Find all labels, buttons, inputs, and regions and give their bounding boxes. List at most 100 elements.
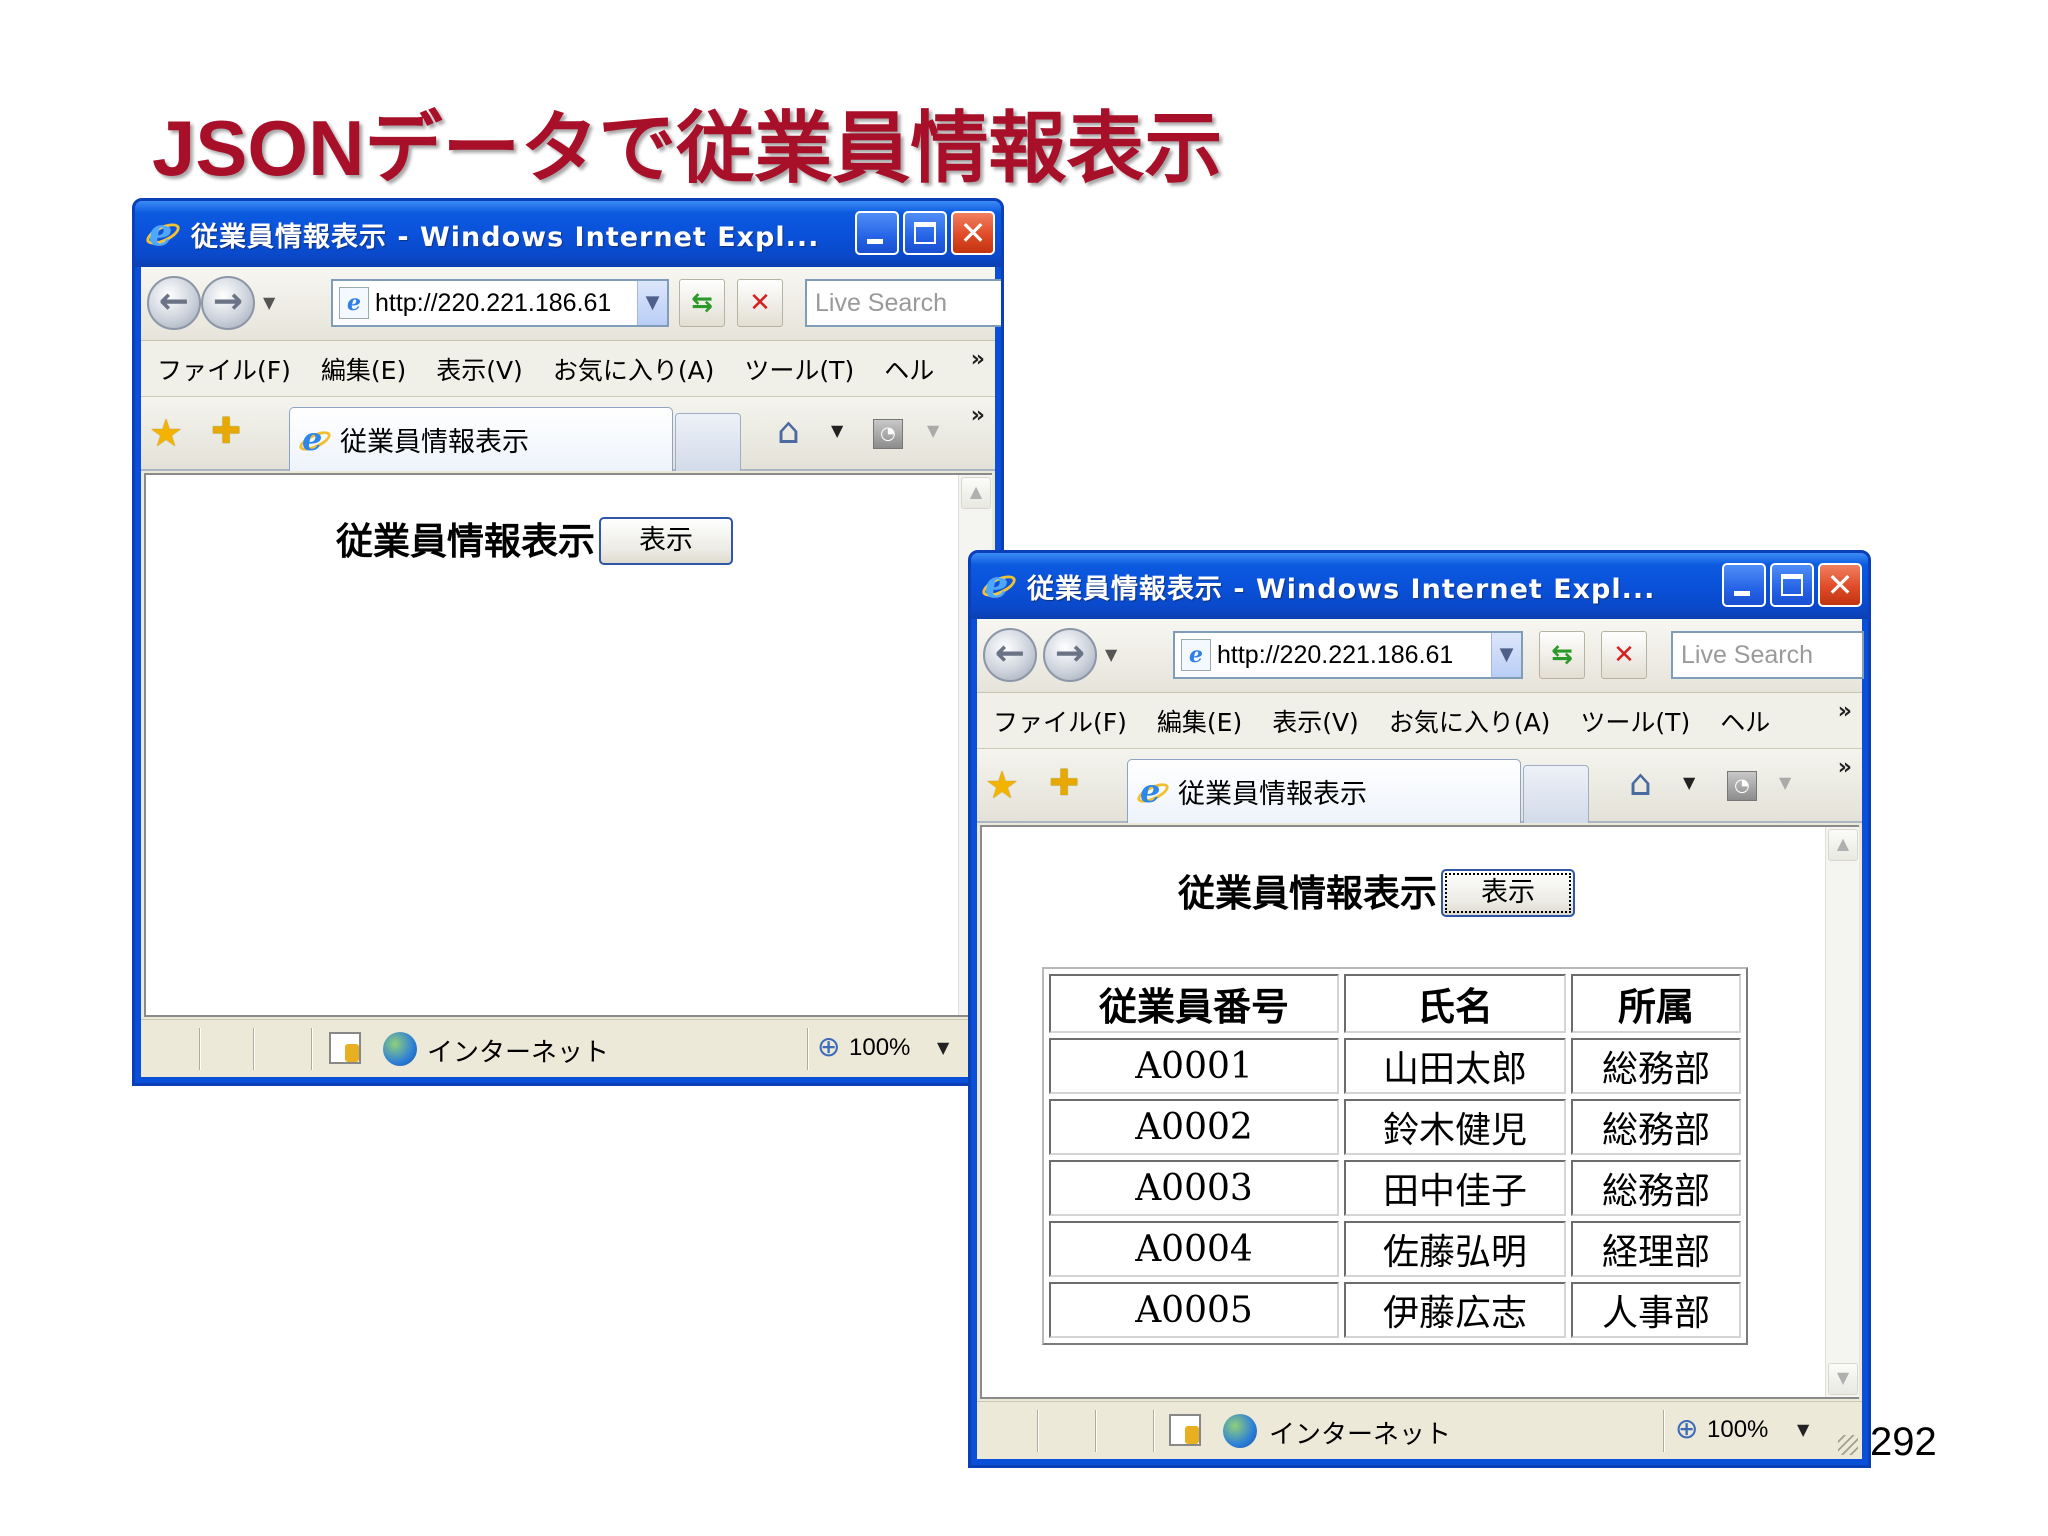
window-title: 従業員情報表示 - Windows Internet Expl... xyxy=(191,221,820,253)
add-favorite-icon[interactable]: ✚ xyxy=(211,411,241,452)
column-header-employee-id: 従業員番号 xyxy=(1049,974,1339,1033)
cell-employee-id: A0004 xyxy=(1049,1221,1339,1277)
vertical-scrollbar[interactable]: ▲ ▼ xyxy=(1825,827,1859,1397)
home-icon[interactable]: ⌂ xyxy=(777,411,800,452)
navigation-bar: ← → ▼ e http://220.221.186.61 ▼ ⇆ ✕ Live… xyxy=(141,267,1001,341)
new-tab-button[interactable] xyxy=(675,413,741,471)
forward-button[interactable]: → xyxy=(1043,628,1097,682)
new-tab-button[interactable] xyxy=(1523,765,1589,823)
menu-tools[interactable]: ツール(T) xyxy=(744,351,854,387)
zoom-level[interactable]: 100% xyxy=(849,1034,910,1062)
cell-name: 山田太郎 xyxy=(1344,1038,1566,1094)
tab-current[interactable]: e 従業員情報表示 xyxy=(289,407,673,471)
close-button[interactable]: ✕ xyxy=(951,211,995,255)
home-dropdown-icon[interactable]: ▼ xyxy=(1683,773,1695,792)
search-input[interactable]: Live Search xyxy=(1671,631,1864,679)
menu-file[interactable]: ファイル(F) xyxy=(993,703,1127,739)
tab-label: 従業員情報表示 xyxy=(1178,779,1367,810)
home-icon[interactable]: ⌂ xyxy=(1629,763,1652,804)
home-dropdown-icon[interactable]: ▼ xyxy=(831,421,843,440)
toolbar-more-chevron-icon[interactable]: » xyxy=(1838,755,1852,780)
zoom-icon[interactable]: ⊕ xyxy=(817,1030,840,1063)
address-bar[interactable]: e http://220.221.186.61 ▼ xyxy=(1173,631,1523,679)
back-button[interactable]: ← xyxy=(983,628,1037,682)
tab-current[interactable]: e 従業員情報表示 xyxy=(1127,759,1521,823)
page-heading: 従業員情報表示 xyxy=(336,519,595,563)
stop-button[interactable]: ✕ xyxy=(1601,631,1647,679)
menu-help[interactable]: ヘル xyxy=(1720,703,1770,739)
menu-bar: ファイル(F) 編集(E) 表示(V) お気に入り(A) ツール(T) ヘル » xyxy=(977,693,1862,749)
cell-employee-id: A0005 xyxy=(1049,1282,1339,1338)
favorites-bar: ★ ✚ e 従業員情報表示 ⌂ ▼ ◔ ▼ » xyxy=(141,397,995,471)
close-button[interactable]: ✕ xyxy=(1818,563,1862,607)
feeds-icon[interactable]: ◔ xyxy=(873,419,903,449)
address-bar[interactable]: e http://220.221.186.61 ▼ xyxy=(331,279,669,327)
cell-department: 人事部 xyxy=(1571,1282,1741,1338)
refresh-button[interactable]: ⇆ xyxy=(1539,631,1585,679)
add-favorite-icon[interactable]: ✚ xyxy=(1049,763,1079,804)
page-icon: e xyxy=(1181,639,1211,671)
menu-more-chevron-icon[interactable]: » xyxy=(1838,699,1852,724)
column-header-name: 氏名 xyxy=(1344,974,1566,1033)
resize-grip[interactable] xyxy=(1838,1435,1858,1455)
feeds-dropdown-icon[interactable]: ▼ xyxy=(1779,773,1791,792)
zoom-level[interactable]: 100% xyxy=(1707,1416,1768,1444)
page-icon: e xyxy=(339,287,369,319)
menu-edit[interactable]: 編集(E) xyxy=(321,351,406,387)
history-dropdown-icon[interactable]: ▼ xyxy=(263,293,275,312)
zoom-icon[interactable]: ⊕ xyxy=(1675,1412,1698,1445)
menu-view[interactable]: 表示(V) xyxy=(1272,703,1359,739)
cell-department: 総務部 xyxy=(1571,1099,1741,1155)
table-row: A0004 佐藤弘明 経理部 xyxy=(1049,1221,1741,1277)
address-dropdown-icon[interactable]: ▼ xyxy=(1491,633,1521,677)
feeds-icon[interactable]: ◔ xyxy=(1727,771,1757,801)
scroll-up-button[interactable]: ▲ xyxy=(961,477,991,509)
tab-label: 従業員情報表示 xyxy=(340,427,529,458)
menu-more-chevron-icon[interactable]: » xyxy=(971,347,985,372)
cell-department: 総務部 xyxy=(1571,1160,1741,1216)
menu-view[interactable]: 表示(V) xyxy=(436,351,523,387)
toolbar-more-chevron-icon[interactable]: » xyxy=(971,403,985,428)
minimize-button[interactable] xyxy=(855,211,899,255)
stop-button[interactable]: ✕ xyxy=(737,279,783,327)
address-dropdown-icon[interactable]: ▼ xyxy=(637,281,667,325)
minimize-button[interactable] xyxy=(1722,563,1766,607)
back-button[interactable]: ← xyxy=(147,276,201,330)
scroll-up-button[interactable]: ▲ xyxy=(1828,829,1858,861)
menu-help[interactable]: ヘル xyxy=(884,351,934,387)
status-zone-text: インターネット xyxy=(1269,1420,1452,1450)
title-bar[interactable]: e 従業員情報表示 - Windows Internet Expl... ✕ xyxy=(971,553,1868,619)
forward-button[interactable]: → xyxy=(201,276,255,330)
maximize-button[interactable] xyxy=(903,211,947,255)
feeds-dropdown-icon[interactable]: ▼ xyxy=(927,421,939,440)
show-button[interactable]: 表示 xyxy=(599,517,733,565)
favorites-bar: ★ ✚ e 従業員情報表示 ⌂ ▼ ◔ ▼ » xyxy=(977,749,1862,823)
table-row: A0003 田中佳子 総務部 xyxy=(1049,1160,1741,1216)
refresh-button[interactable]: ⇆ xyxy=(679,279,725,327)
slide-title: JSONデータで従業員情報表示 xyxy=(152,104,1223,192)
status-bar: インターネット ⊕ 100% ▼ xyxy=(141,1019,995,1077)
protected-mode-icon[interactable] xyxy=(329,1032,361,1064)
address-url: http://220.221.186.61 xyxy=(375,288,612,317)
menu-favorites[interactable]: お気に入り(A) xyxy=(553,351,715,387)
zoom-dropdown-icon[interactable]: ▼ xyxy=(937,1038,949,1057)
menu-tools[interactable]: ツール(T) xyxy=(1580,703,1690,739)
history-dropdown-icon[interactable]: ▼ xyxy=(1105,645,1117,664)
zoom-dropdown-icon[interactable]: ▼ xyxy=(1797,1420,1809,1439)
maximize-button[interactable] xyxy=(1770,563,1814,607)
table-row: A0005 伊藤広志 人事部 xyxy=(1049,1282,1741,1338)
scroll-down-button[interactable]: ▼ xyxy=(1828,1363,1858,1395)
menu-favorites[interactable]: お気に入り(A) xyxy=(1389,703,1551,739)
page-content: 従業員情報表示 表示 ▲ xyxy=(144,473,992,1017)
cell-name: 伊藤広志 xyxy=(1344,1282,1566,1338)
protected-mode-icon[interactable] xyxy=(1169,1414,1201,1446)
favorites-center-icon[interactable]: ★ xyxy=(149,411,183,455)
favorites-center-icon[interactable]: ★ xyxy=(985,763,1019,807)
menu-edit[interactable]: 編集(E) xyxy=(1157,703,1242,739)
search-input[interactable]: Live Search xyxy=(805,279,1001,327)
show-button[interactable]: 表示 xyxy=(1441,869,1575,917)
cell-department: 総務部 xyxy=(1571,1038,1741,1094)
address-url: http://220.221.186.61 xyxy=(1217,640,1454,669)
menu-file[interactable]: ファイル(F) xyxy=(157,351,291,387)
title-bar[interactable]: e 従業員情報表示 - Windows Internet Expl... ✕ xyxy=(135,201,1001,267)
